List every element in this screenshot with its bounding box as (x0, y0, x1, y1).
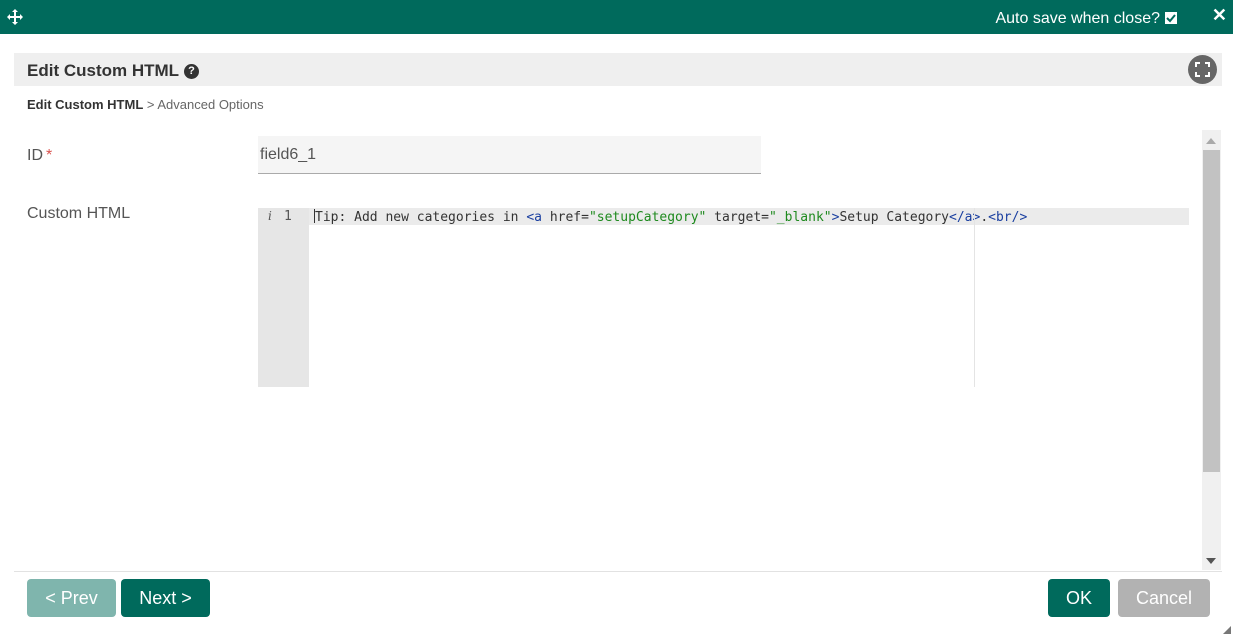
page-title: Edit Custom HTML ? (27, 61, 200, 81)
checkmark-icon (1166, 14, 1176, 23)
id-label-text: ID (27, 147, 43, 164)
fullscreen-button[interactable] (1188, 55, 1217, 84)
scroll-thumb[interactable] (1203, 150, 1220, 472)
id-input[interactable] (258, 136, 761, 174)
section-header: Edit Custom HTML ? (14, 53, 1222, 86)
info-icon: i (268, 209, 272, 223)
vertical-scrollbar[interactable] (1202, 130, 1221, 570)
code-tag: <a (526, 210, 550, 225)
dialog-footer: < Prev Next > OK Cancel (14, 571, 1222, 625)
code-tag: </a> (949, 210, 981, 225)
line-number: 1 (284, 209, 292, 224)
autosave-toggle[interactable]: Auto save when close? (995, 10, 1177, 28)
breadcrumb-advanced-options[interactable]: Advanced Options (157, 97, 263, 112)
autosave-label: Auto save when close? (995, 10, 1160, 27)
code-text: Tip: Add new categories in <a href="setu… (314, 209, 1027, 225)
code-plain-text: Setup Category (839, 210, 950, 225)
question-circle-icon[interactable]: ? (184, 63, 200, 79)
gutter-row: i 1 (258, 208, 309, 225)
code-plain-text: Tip: Add new categories in (315, 210, 527, 225)
code-plain-text: . (980, 210, 989, 225)
fullscreen-icon (1195, 62, 1210, 77)
ok-button[interactable]: OK (1048, 579, 1110, 617)
next-button[interactable]: Next > (121, 579, 210, 617)
code-attr: href= (549, 210, 589, 225)
code-line-active[interactable]: Tip: Add new categories in <a href="setu… (309, 208, 1189, 225)
breadcrumb-current: Edit Custom HTML (27, 97, 144, 112)
id-label: ID * (27, 147, 52, 165)
breadcrumb-separator: > (146, 97, 155, 112)
scroll-up-arrow-icon[interactable] (1206, 138, 1216, 144)
code-string: "setupCategory" (588, 210, 707, 225)
move-arrows-icon[interactable] (6, 8, 24, 26)
scroll-down-arrow-icon[interactable] (1206, 558, 1216, 564)
page-title-text: Edit Custom HTML (27, 61, 180, 80)
code-editor[interactable]: i 1 Tip: Add new categories in <a href="… (258, 208, 1189, 387)
breadcrumb: Edit Custom HTML > Advanced Options (27, 97, 264, 112)
custom-html-label: Custom HTML (27, 205, 131, 222)
prev-button[interactable]: < Prev (27, 579, 116, 617)
required-mark: * (46, 147, 53, 164)
code-tag: <br/> (988, 210, 1028, 225)
close-icon[interactable]: ✕ (1212, 6, 1227, 24)
edit-custom-html-dialog: Auto save when close? ✕ Edit Custom HTML… (0, 0, 1233, 636)
editor-gutter: i 1 (258, 208, 309, 387)
print-margin (974, 208, 975, 387)
code-attr: target= (706, 210, 769, 225)
code-string: "_blank" (768, 210, 832, 225)
cancel-button[interactable]: Cancel (1118, 579, 1210, 617)
dialog-topbar: Auto save when close? ✕ (0, 0, 1233, 34)
resize-grip-icon[interactable] (1223, 626, 1231, 634)
autosave-checkbox[interactable] (1165, 12, 1177, 24)
